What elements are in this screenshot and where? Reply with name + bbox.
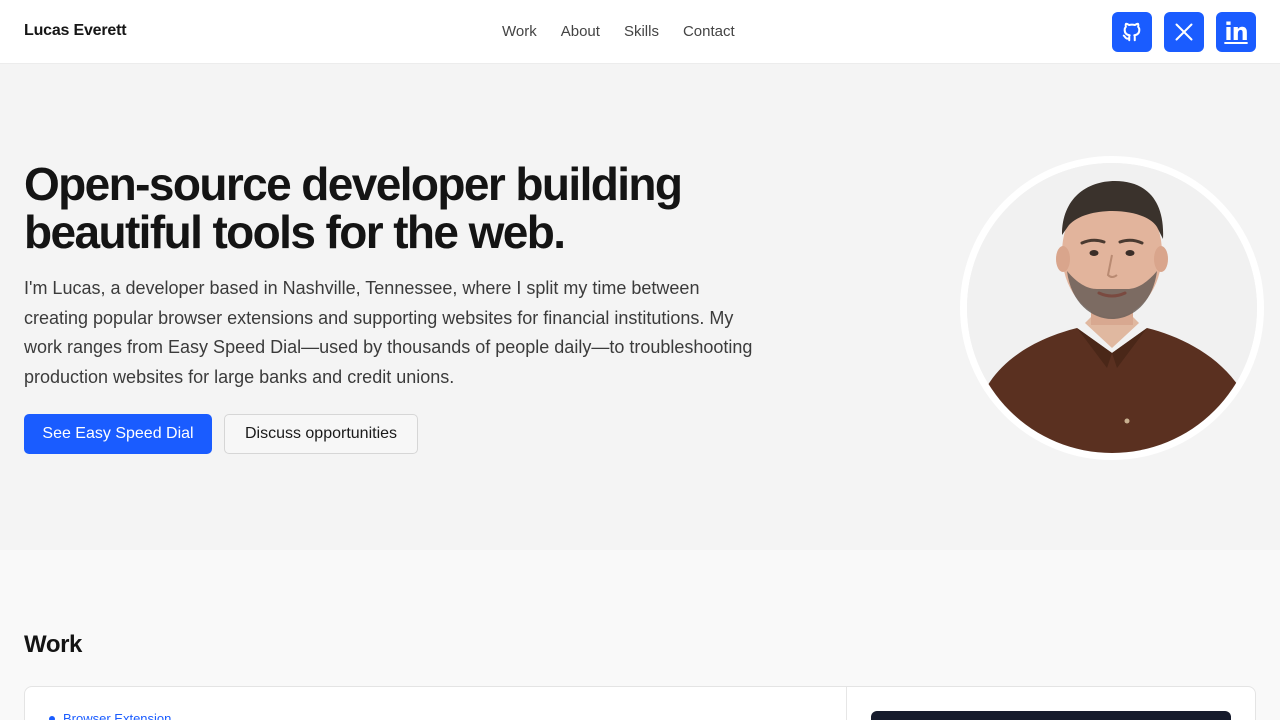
hero-section: Open-source developer building beautiful… — [0, 64, 1280, 550]
nav-link-skills[interactable]: Skills — [624, 23, 659, 40]
card-divider — [846, 687, 847, 720]
hero-intro-text: I'm Lucas, a developer based in Nashvill… — [24, 278, 753, 387]
nav-link-about[interactable]: About — [561, 23, 600, 40]
hero-title-line-2: beautiful tools for the web. — [24, 206, 566, 258]
hero-title-line-1: Open-source developer building — [24, 158, 683, 210]
github-button[interactable] — [1112, 12, 1152, 52]
top-nav-bar: Lucas Everett Work About Skills Contact … — [0, 0, 1280, 64]
nav-link-work[interactable]: Work — [502, 23, 537, 40]
linkedin-button[interactable]: in — [1216, 12, 1256, 52]
profile-photo — [960, 156, 1264, 460]
see-easy-speed-dial-button[interactable]: See Easy Speed Dial — [24, 414, 212, 454]
project-preview-image — [871, 711, 1231, 720]
x-button[interactable] — [1164, 12, 1204, 52]
work-section: Work Browser Extension — [0, 550, 1280, 720]
project-card[interactable]: Browser Extension — [24, 686, 1256, 720]
nav-link-contact[interactable]: Contact — [683, 23, 735, 40]
project-category-tag: Browser Extension — [49, 711, 171, 720]
work-section-title: Work — [24, 631, 82, 658]
main-nav: Work About Skills Contact — [502, 23, 735, 40]
linkedin-icon: in — [1224, 18, 1248, 46]
tag-dot-icon — [49, 715, 55, 720]
github-icon — [1122, 22, 1141, 42]
x-icon — [1175, 23, 1193, 41]
project-category-label: Browser Extension — [63, 711, 172, 720]
social-links: in — [1112, 12, 1256, 52]
brand-name-link[interactable]: Lucas Everett — [24, 22, 127, 40]
hero-title: Open-source developer building beautiful… — [24, 160, 784, 256]
portrait-illustration — [967, 163, 1257, 453]
discuss-opportunities-button[interactable]: Discuss opportunities — [224, 414, 418, 454]
